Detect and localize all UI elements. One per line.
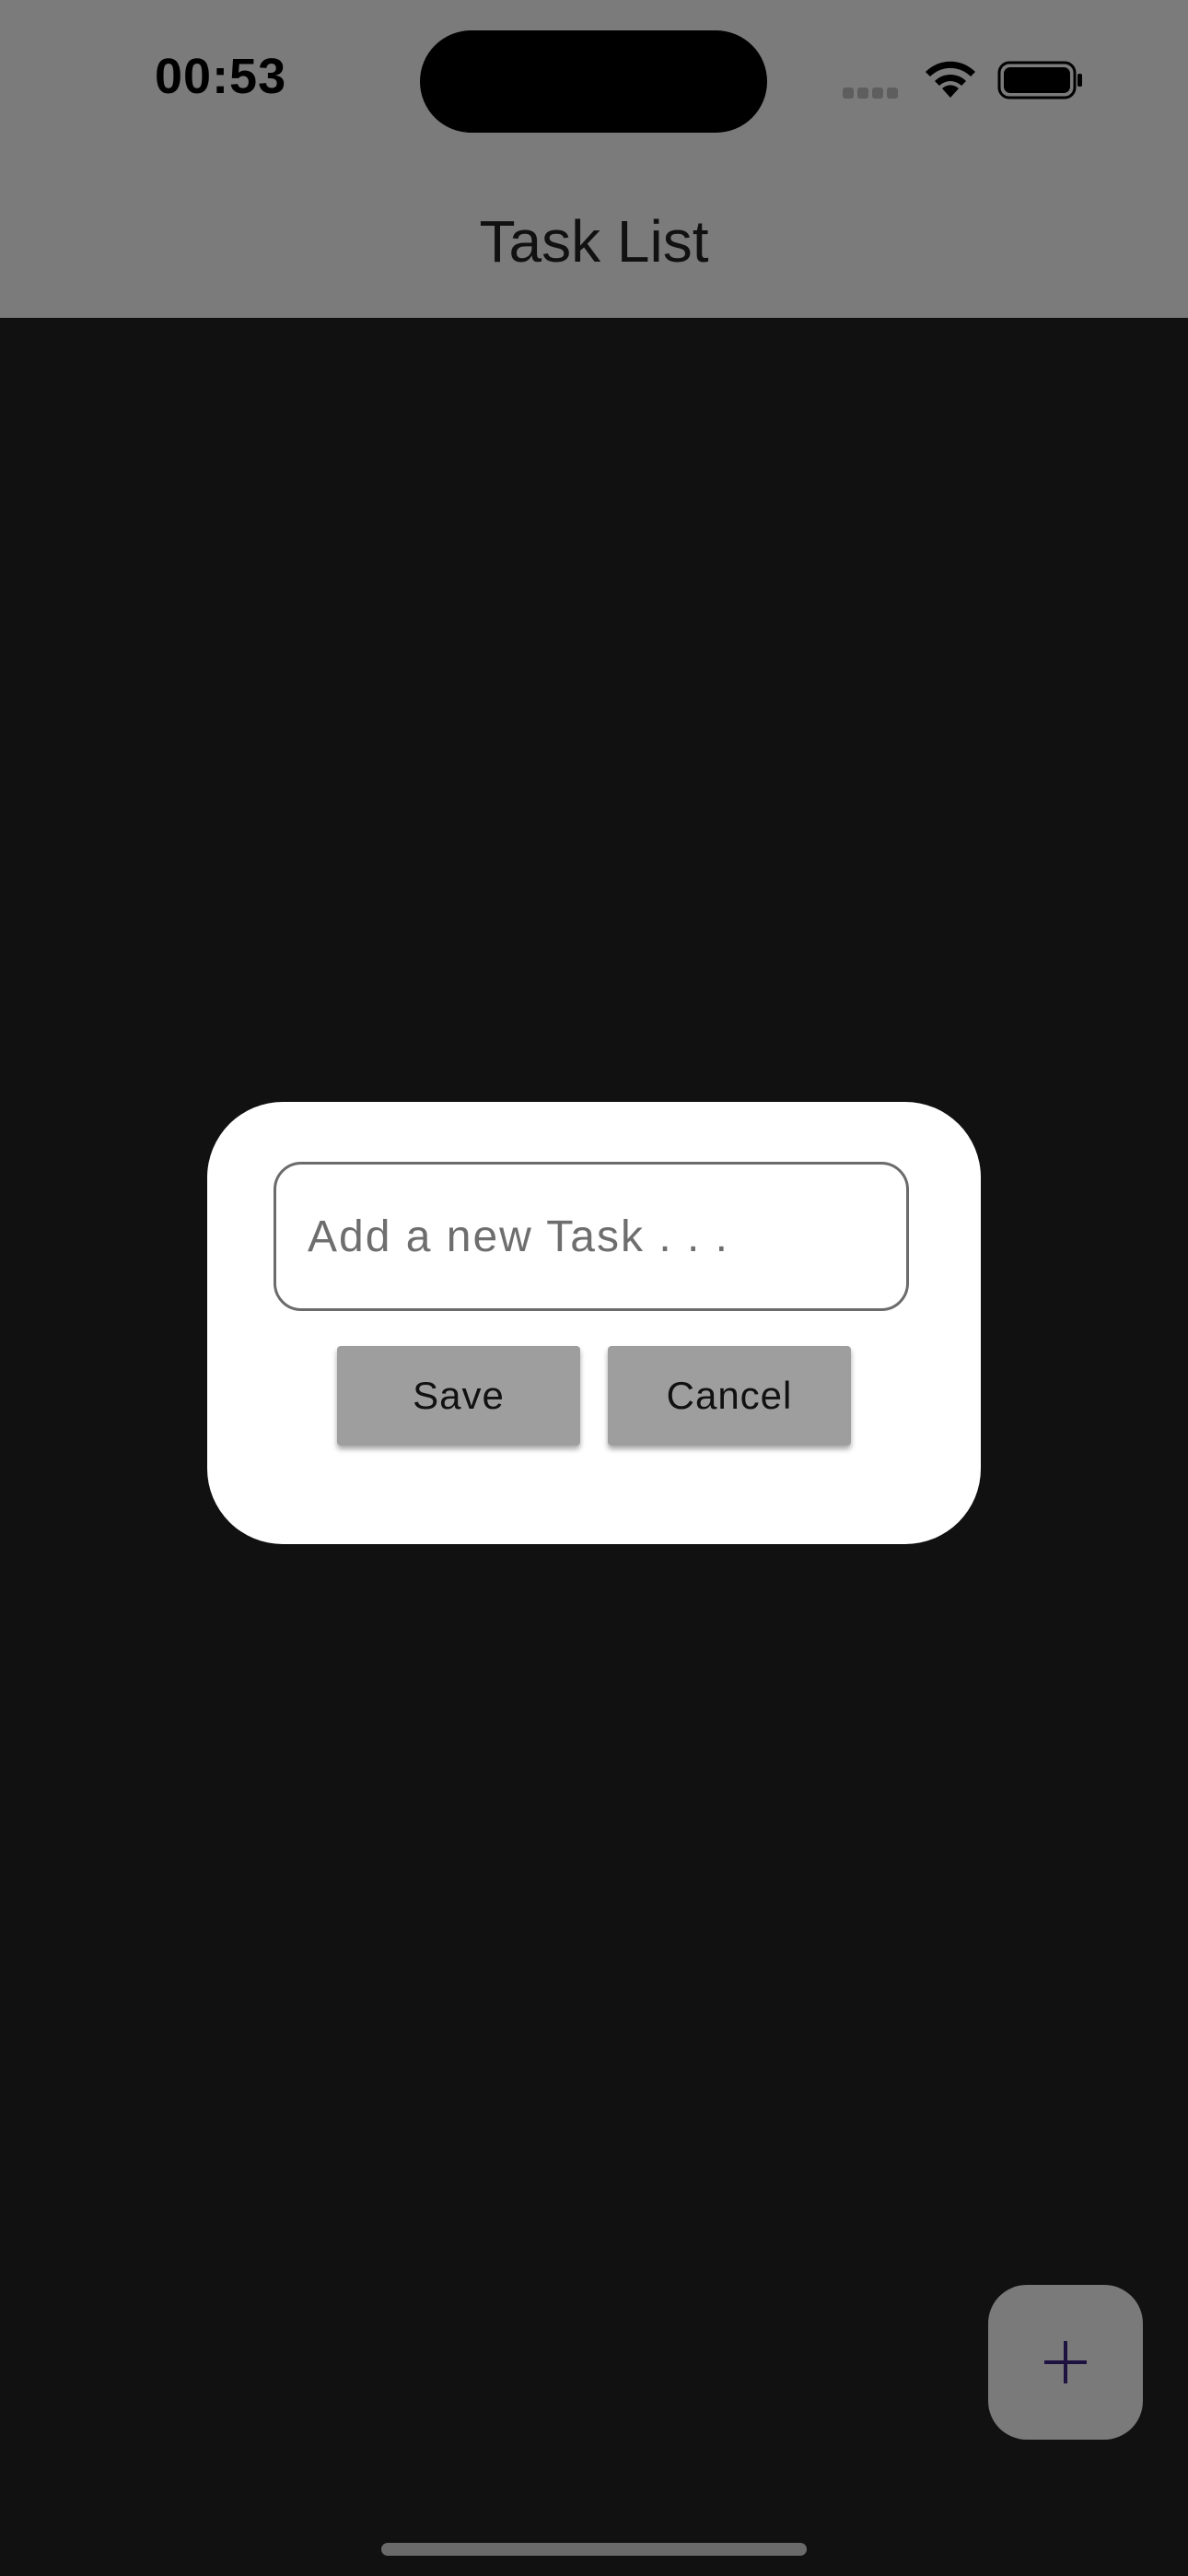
- add-task-dialog: Save Cancel: [207, 1102, 981, 1544]
- dynamic-island: [420, 30, 767, 133]
- cancel-button[interactable]: Cancel: [608, 1346, 851, 1446]
- app-screen: 00:53 Task List Save Cancel: [0, 0, 1188, 2576]
- signal-icon: [843, 87, 905, 99]
- status-time: 00:53: [155, 49, 287, 104]
- wifi-icon: [926, 61, 975, 98]
- add-task-button[interactable]: [988, 2285, 1143, 2440]
- task-input[interactable]: [274, 1162, 909, 1311]
- battery-icon: [997, 61, 1082, 100]
- home-indicator: [381, 2543, 807, 2556]
- page-title: Task List: [479, 208, 709, 275]
- save-button[interactable]: Save: [337, 1346, 580, 1446]
- app-bar: 00:53 Task List: [0, 0, 1188, 318]
- plus-icon: [1044, 2341, 1087, 2383]
